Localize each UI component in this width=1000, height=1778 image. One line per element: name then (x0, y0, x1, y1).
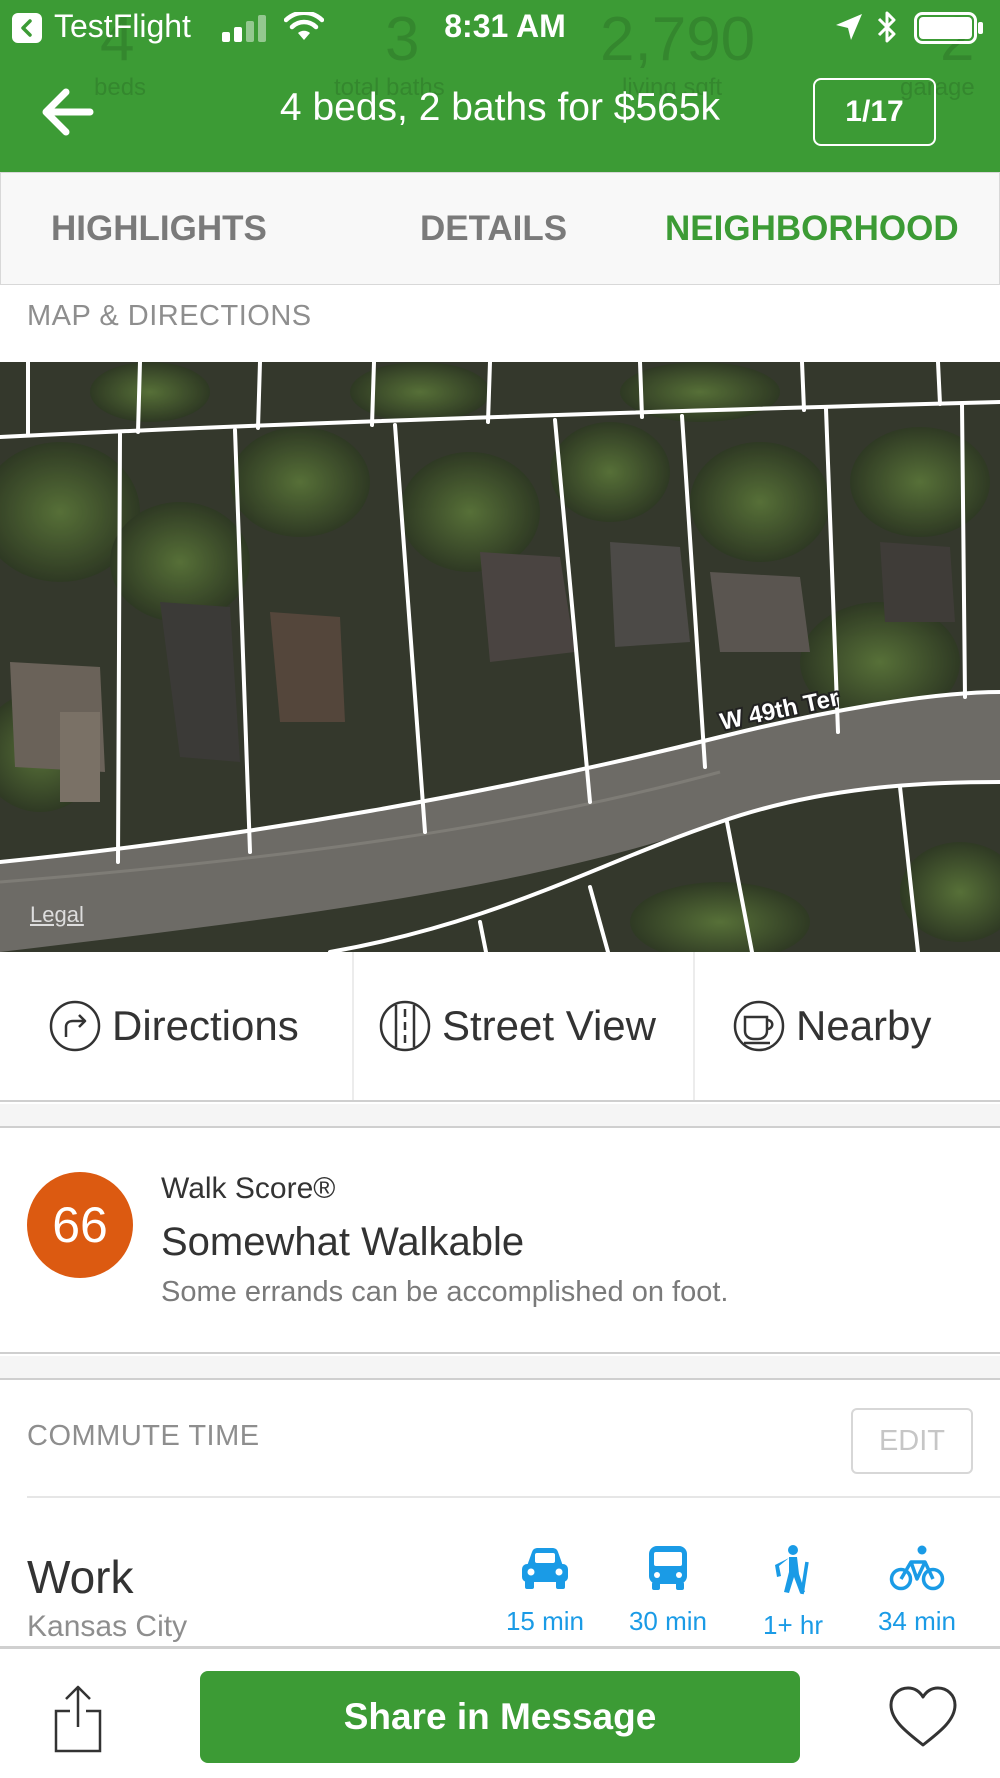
commute-time-walk: 1+ hr (763, 1610, 823, 1640)
share-icon[interactable] (52, 1683, 104, 1753)
battery-icon (914, 12, 983, 44)
nearby-label: Nearby (796, 1002, 932, 1049)
map-section-label: MAP & DIRECTIONS (27, 300, 312, 332)
map-actions: Directions Street View Nearby (0, 952, 1000, 1102)
action-divider (693, 952, 695, 1100)
walk-score-brand: Walk Score® (161, 1172, 336, 1205)
commute-section: COMMUTE TIME EDIT Work Kansas City 15 mi… (0, 1380, 1000, 1646)
walking-hiker-icon (775, 1545, 809, 1595)
status-bar: TestFlight 8:31 AM (0, 0, 1000, 56)
coffee-cup-icon (733, 1000, 785, 1052)
commute-time-bus: 30 min (628, 1606, 708, 1636)
tab-bar: HIGHLIGHTS DETAILS NEIGHBORHOOD (0, 172, 1000, 285)
walk-score-card[interactable]: 66 Walk Score® Somewhat Walkable Some er… (0, 1128, 1000, 1354)
street-view-label: Street View (442, 1002, 656, 1049)
commute-mode-bus[interactable]: 30 min (613, 1544, 723, 1637)
satellite-map[interactable]: W 49th Ter Legal (0, 362, 1000, 952)
commute-location: Kansas City (27, 1610, 188, 1643)
commute-destination: Work (27, 1551, 134, 1603)
map-legal-link[interactable]: Legal (30, 902, 84, 928)
satellite-map-image: W 49th Ter (0, 362, 1000, 952)
section-divider (0, 1356, 1000, 1380)
commute-time-bike: 34 min (877, 1606, 957, 1636)
bus-icon (649, 1546, 687, 1590)
commute-section-label: COMMUTE TIME (27, 1420, 260, 1452)
commute-mode-bike[interactable]: 34 min (862, 1544, 972, 1637)
app-header: 4 beds 3 total baths 2,790 living sqft 2… (0, 0, 1000, 172)
bluetooth-icon (877, 11, 896, 43)
share-in-message-button[interactable]: Share in Message (200, 1671, 800, 1763)
tab-details[interactable]: DETAILS (420, 173, 567, 284)
commute-mode-walk[interactable]: 1+ hr (738, 1544, 848, 1641)
action-divider (352, 952, 354, 1100)
walk-score-badge: 66 (27, 1172, 133, 1278)
directions-icon (49, 1000, 101, 1052)
section-divider (0, 1104, 1000, 1128)
street-view-icon (379, 1000, 431, 1052)
street-view-button[interactable]: Street View (378, 952, 656, 1100)
stat-beds-label: beds (94, 74, 147, 101)
location-arrow-icon (836, 14, 862, 40)
directions-label: Directions (112, 1002, 299, 1049)
commute-time-car: 15 min (505, 1606, 585, 1636)
back-arrow-icon[interactable] (40, 86, 96, 138)
commute-mode-car[interactable]: 15 min (490, 1544, 600, 1637)
edit-commute-button[interactable]: EDIT (851, 1408, 973, 1474)
walk-score-rating: Somewhat Walkable (161, 1220, 525, 1264)
directions-button[interactable]: Directions (48, 952, 299, 1100)
divider (27, 1496, 1000, 1498)
bottom-action-bar: Share in Message (0, 1646, 1000, 1778)
tab-neighborhood[interactable]: NEIGHBORHOOD (665, 173, 959, 284)
bicycle-icon (889, 1545, 945, 1591)
listing-counter-button[interactable]: 1/17 (813, 78, 936, 146)
heart-icon[interactable] (888, 1685, 958, 1749)
listing-title: 4 beds, 2 baths for $565k (279, 86, 721, 129)
tab-highlights[interactable]: HIGHLIGHTS (51, 173, 267, 284)
nearby-button[interactable]: Nearby (732, 952, 931, 1100)
car-icon (522, 1548, 568, 1589)
walk-score-description: Some errands can be accomplished on foot… (161, 1276, 729, 1308)
